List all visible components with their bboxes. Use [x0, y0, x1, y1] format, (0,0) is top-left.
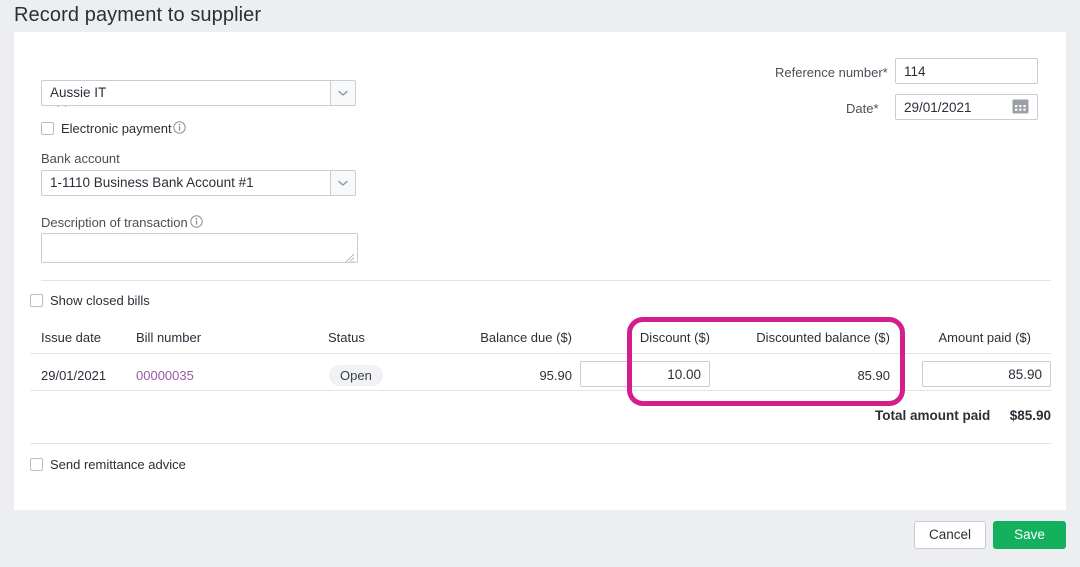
show-closed-bills-label: Show closed bills	[50, 293, 150, 308]
info-icon[interactable]	[190, 215, 203, 228]
bank-account-selected-value: 1-1110 Business Bank Account #1	[50, 175, 254, 190]
description-textarea[interactable]	[41, 233, 358, 263]
reference-number-required-mark: *	[882, 65, 888, 80]
reference-number-label: Reference number*	[775, 65, 888, 80]
date-label: Date*	[846, 101, 879, 116]
bank-account-select[interactable]: 1-1110 Business Bank Account #1	[41, 170, 344, 196]
total-amount-paid-value: $85.90	[1009, 408, 1051, 423]
cell-bill-number-link[interactable]: 00000035	[136, 368, 194, 383]
electronic-payment-checkbox[interactable]	[41, 122, 54, 135]
send-remittance-advice-checkbox[interactable]	[30, 458, 43, 471]
send-remittance-advice-label: Send remittance advice	[50, 457, 186, 472]
chevron-down-glyph	[338, 180, 348, 186]
electronic-payment-label: Electronic payment	[61, 121, 172, 136]
column-header-status: Status	[328, 330, 365, 345]
discount-input[interactable]	[580, 361, 710, 387]
info-glyph	[190, 215, 203, 228]
page-title: Record payment to supplier	[14, 4, 262, 26]
cell-issue-date: 29/01/2021	[41, 368, 107, 383]
calendar-glyph	[1012, 99, 1029, 114]
reference-number-input[interactable]	[895, 58, 1038, 84]
supplier-chevron-down-icon[interactable]	[330, 80, 356, 106]
section-divider	[41, 280, 1051, 281]
column-header-discount: Discount ($)	[639, 330, 710, 345]
info-icon[interactable]	[173, 121, 186, 134]
column-header-issue-date: Issue date	[41, 330, 101, 345]
bank-account-chevron-down-icon[interactable]	[330, 170, 356, 196]
column-header-bill-number: Bill number	[136, 330, 202, 345]
remittance-section-divider	[30, 443, 1051, 444]
footer-bar	[14, 510, 1066, 563]
table-row-divider	[30, 390, 1051, 391]
save-button[interactable]: Save	[993, 521, 1066, 549]
chevron-down-glyph	[338, 90, 348, 96]
status-badge: Open	[329, 365, 383, 386]
table-header-divider	[30, 353, 1051, 354]
calendar-icon[interactable]	[1012, 98, 1029, 120]
supplier-selected-value: Aussie IT	[50, 85, 107, 100]
record-payment-card: Supplier* Aussie IT Electronic payment B…	[14, 32, 1066, 510]
cancel-button[interactable]: Cancel	[914, 521, 986, 549]
date-required-mark: *	[873, 101, 879, 116]
show-closed-bills-checkbox[interactable]	[30, 294, 43, 307]
cell-discounted-balance: 85.90	[857, 368, 890, 383]
description-label: Description of transaction	[41, 215, 188, 230]
column-header-discounted-balance: Discounted balance ($)	[756, 330, 890, 345]
column-header-amount-paid: Amount paid ($)	[938, 330, 1032, 345]
supplier-select[interactable]: Aussie IT	[41, 80, 344, 106]
amount-paid-input[interactable]	[922, 361, 1051, 387]
bank-account-label: Bank account	[41, 151, 120, 166]
total-amount-paid-label: Total amount paid	[875, 408, 991, 423]
cell-balance-due: 95.90	[539, 368, 572, 383]
info-glyph	[173, 121, 186, 134]
column-header-balance-due: Balance due ($)	[480, 330, 572, 345]
